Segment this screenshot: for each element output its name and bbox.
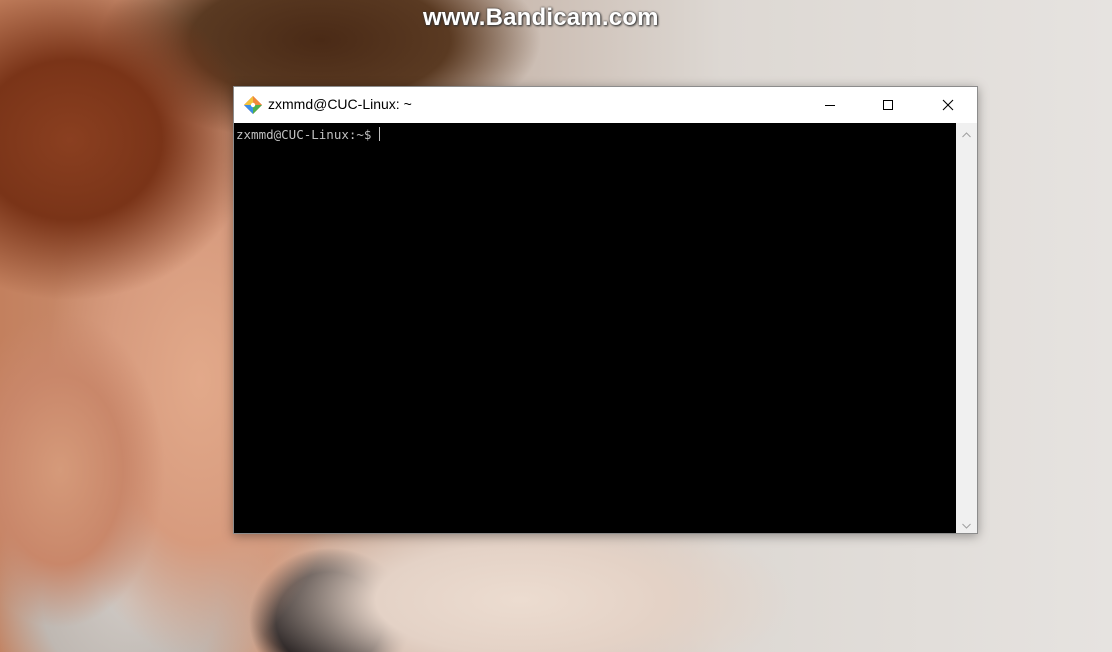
terminal-window[interactable]: zxmmd@CUC-Linux: ~ zxmmd@CUC-Linux:~$ bbox=[233, 86, 978, 534]
close-icon bbox=[942, 99, 954, 111]
title-bar[interactable]: zxmmd@CUC-Linux: ~ bbox=[234, 87, 977, 123]
vertical-scrollbar[interactable] bbox=[956, 123, 977, 533]
window-title: zxmmd@CUC-Linux: ~ bbox=[268, 96, 412, 112]
scroll-up-button[interactable] bbox=[956, 124, 977, 141]
minimize-button[interactable] bbox=[801, 87, 859, 123]
git-bash-icon[interactable] bbox=[243, 95, 263, 115]
maximize-icon bbox=[882, 99, 894, 111]
close-button[interactable] bbox=[919, 87, 977, 123]
shell-prompt: zxmmd@CUC-Linux:~$ bbox=[236, 127, 372, 142]
terminal-console[interactable]: zxmmd@CUC-Linux:~$ bbox=[234, 123, 956, 533]
scroll-down-arrow-icon bbox=[962, 514, 971, 533]
text-cursor bbox=[379, 127, 381, 141]
scroll-down-button[interactable] bbox=[956, 515, 977, 532]
scroll-up-arrow-icon bbox=[962, 123, 971, 142]
minimize-icon bbox=[824, 99, 836, 111]
prompt-line: zxmmd@CUC-Linux:~$ bbox=[236, 127, 381, 142]
bandicam-watermark: www.Bandicam.com bbox=[423, 4, 659, 31]
maximize-button[interactable] bbox=[859, 87, 917, 123]
